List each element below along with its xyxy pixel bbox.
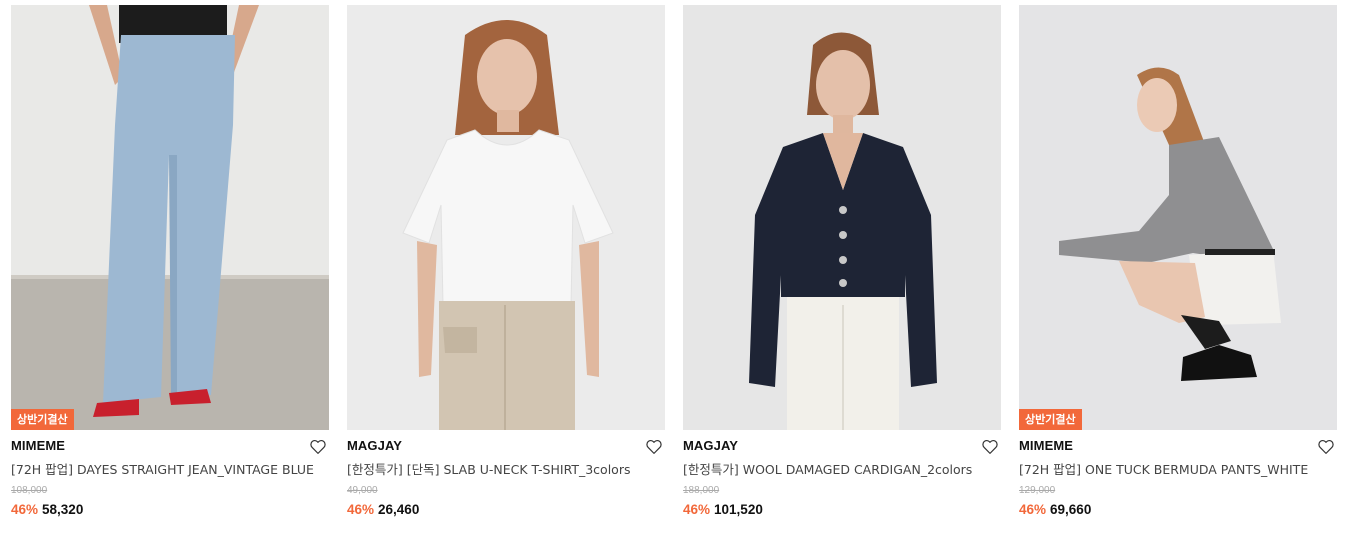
sale-badge: 상반기결산 [1019,409,1082,430]
price-line: 46% 101,520 [683,502,1001,518]
product-photo [347,5,665,430]
discount-rate: 46% [11,502,39,517]
original-price: 188,000 [683,485,720,496]
sale-badge: 상반기결산 [11,409,74,430]
product-grid: 상반기결산 MIMEME [72H 팝업] DAYES STRAIGHT JEA… [11,5,1337,518]
product-title[interactable]: [72H 팝업] ONE TUCK BERMUDA PANTS_WHITE [1019,461,1337,478]
original-price: 108,000 [11,485,48,496]
original-price: 49,000 [347,485,378,496]
product-title[interactable]: [72H 팝업] DAYES STRAIGHT JEAN_VINTAGE BLU… [11,461,329,478]
sale-price: 101,520 [714,502,763,517]
sale-price: 26,460 [378,502,420,517]
heart-icon[interactable] [981,438,999,456]
product-photo [1019,5,1337,430]
product-image[interactable] [683,5,1001,430]
product-title[interactable]: [한정특가] WOOL DAMAGED CARDIGAN_2colors [683,461,1001,478]
product-photo [11,5,329,430]
product-card[interactable]: MAGJAY [한정특가] WOOL DAMAGED CARDIGAN_2col… [683,5,1001,518]
product-info: MIMEME [72H 팝업] ONE TUCK BERMUDA PANTS_W… [1019,430,1337,518]
price-line: 46% 69,660 [1019,502,1337,518]
brand-name[interactable]: MIMEME [1019,438,1337,454]
discount-rate: 46% [347,502,375,517]
product-title[interactable]: [한정특가] [단독] SLAB U-NECK T-SHIRT_3colors [347,461,665,478]
product-info: MAGJAY [한정특가] WOOL DAMAGED CARDIGAN_2col… [683,430,1001,518]
price-line: 46% 58,320 [11,502,329,518]
heart-icon[interactable] [309,438,327,456]
product-info: MAGJAY [한정특가] [단독] SLAB U-NECK T-SHIRT_3… [347,430,665,518]
product-image[interactable]: 상반기결산 [11,5,329,430]
product-card[interactable]: MAGJAY [한정특가] [단독] SLAB U-NECK T-SHIRT_3… [347,5,665,518]
product-photo [683,5,1001,430]
product-image[interactable] [347,5,665,430]
brand-name[interactable]: MAGJAY [683,438,1001,454]
heart-icon[interactable] [645,438,663,456]
discount-rate: 46% [1019,502,1047,517]
brand-name[interactable]: MIMEME [11,438,329,454]
sale-price: 58,320 [42,502,84,517]
product-image[interactable]: 상반기결산 [1019,5,1337,430]
product-card[interactable]: 상반기결산 MIMEME [72H 팝업] DAYES STRAIGHT JEA… [11,5,329,518]
product-card[interactable]: 상반기결산 MIMEME [72H 팝업] ONE TUCK BERMUDA P… [1019,5,1337,518]
original-price: 129,000 [1019,485,1056,496]
brand-name[interactable]: MAGJAY [347,438,665,454]
discount-rate: 46% [683,502,711,517]
product-info: MIMEME [72H 팝업] DAYES STRAIGHT JEAN_VINT… [11,430,329,518]
heart-icon[interactable] [1317,438,1335,456]
sale-price: 69,660 [1050,502,1092,517]
price-line: 46% 26,460 [347,502,665,518]
